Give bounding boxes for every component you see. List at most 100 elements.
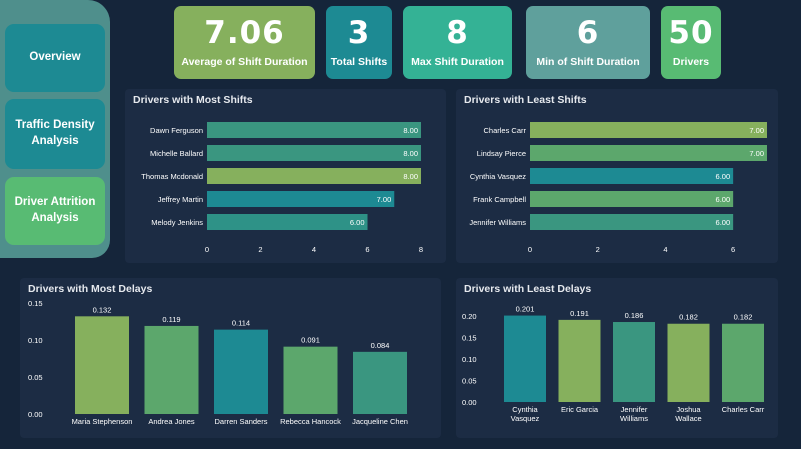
kpi-label: Max Shift Duration xyxy=(411,55,504,68)
y-tick-label: 0.05 xyxy=(28,373,43,382)
y-tick-label: 0.05 xyxy=(462,377,477,386)
y-tick-label: 0.00 xyxy=(28,410,43,419)
category-label: Joshua xyxy=(676,405,701,414)
y-tick-label: 0.15 xyxy=(462,334,477,343)
x-tick-label: 8 xyxy=(419,245,423,254)
kpi-value: 3 xyxy=(347,14,371,51)
data-label: 0.201 xyxy=(516,305,535,314)
category-label: Darren Sanders xyxy=(215,417,268,426)
bar xyxy=(144,325,199,414)
category-label: Jennifer Williams xyxy=(469,218,526,227)
data-label: 0.119 xyxy=(162,315,180,324)
bar xyxy=(283,346,338,414)
bar xyxy=(530,214,734,230)
kpi-card-total-shifts: 3 Total Shifts xyxy=(326,6,392,79)
data-label: 0.182 xyxy=(734,313,753,322)
category-label: Wallace xyxy=(675,414,701,423)
chart-panel-least-shifts: Drivers with Least Shifts Charles Carr 7.… xyxy=(456,89,778,263)
x-tick-label: 2 xyxy=(258,245,262,254)
chart-panel-most-shifts: Drivers with Most Shifts Dawn Ferguson 8.… xyxy=(125,89,446,263)
data-label: 6.00 xyxy=(716,172,731,181)
chart-panel-least-delays: Drivers with Least Delays 0.00 0.05 0.10 0.… xyxy=(456,278,778,438)
category-label: Frank Campbell xyxy=(473,195,526,204)
bar xyxy=(530,122,767,138)
y-tick-label: 0.15 xyxy=(28,299,43,308)
category-label: Jacqueline Chen xyxy=(352,417,408,426)
data-label: 0.132 xyxy=(93,305,112,314)
kpi-card-min-shift-duration: 6 Min of Shift Duration xyxy=(526,6,650,79)
kpi-value: 50 xyxy=(668,14,714,51)
bar xyxy=(613,322,655,402)
data-label: 0.191 xyxy=(570,309,589,318)
category-label: Jeffrey Martin xyxy=(158,195,203,204)
category-label: Charles Carr xyxy=(483,126,526,135)
bar xyxy=(722,323,764,402)
category-label: Rebecca Hancock xyxy=(280,417,341,426)
x-tick-label: 6 xyxy=(731,245,735,254)
data-label: 0.084 xyxy=(371,341,390,350)
bar xyxy=(207,191,395,207)
category-label: Williams xyxy=(620,414,648,423)
bar xyxy=(530,191,734,207)
nav-button-driver-attrition-analysis[interactable]: Driver Attrition Analysis xyxy=(5,177,105,245)
data-label: 6.00 xyxy=(350,218,365,227)
sidebar: Overview Traffic Density Analysis Driver… xyxy=(0,0,110,258)
y-tick-label: 0.20 xyxy=(462,312,477,321)
category-label: Lindsay Pierce xyxy=(477,149,526,158)
data-label: 8.00 xyxy=(403,126,418,135)
kpi-label: Total Shifts xyxy=(330,55,388,68)
nav-button-traffic-density-analysis[interactable]: Traffic Density Analysis xyxy=(5,99,105,169)
category-label: Jennifer xyxy=(621,405,648,414)
kpi-label: Drivers xyxy=(672,55,710,68)
bar xyxy=(75,316,129,414)
kpi-label: Average of Shift Duration xyxy=(181,55,308,68)
category-label: Michelle Ballard xyxy=(150,149,203,158)
y-tick-label: 0.10 xyxy=(462,355,477,364)
x-tick-label: 2 xyxy=(596,245,600,254)
x-tick-label: 0 xyxy=(528,245,532,254)
data-label: 8.00 xyxy=(403,149,418,158)
data-label: 0.186 xyxy=(625,311,644,320)
category-label: Cynthia xyxy=(512,405,538,414)
data-label: 6.00 xyxy=(716,195,731,204)
bar xyxy=(207,168,421,184)
chart-least-shifts: Charles Carr 7.00 Lindsay Pierce 7.00 Cynthi… xyxy=(469,122,767,254)
nav-button-overview[interactable]: Overview xyxy=(5,24,105,92)
bar xyxy=(207,214,368,230)
category-label: Andrea Jones xyxy=(148,417,195,426)
chart-most-shifts: Dawn Ferguson 8.00 Michelle Ballard 8.00 Tho… xyxy=(141,122,423,254)
y-tick-label: 0.10 xyxy=(28,336,43,345)
bar xyxy=(558,319,601,402)
x-tick-label: 0 xyxy=(205,245,209,254)
category-label: Eric Garcia xyxy=(561,405,599,414)
data-label: 0.182 xyxy=(679,313,698,322)
data-label: 7.00 xyxy=(377,195,392,204)
kpi-value: 7.06 xyxy=(204,14,285,51)
kpi-card-max-shift-duration: 8 Max Shift Duration xyxy=(403,6,512,79)
category-label: Melody Jenkins xyxy=(151,218,203,227)
bar xyxy=(353,351,407,414)
chart-panel-most-delays: Drivers with Most Delays 0.00 0.05 0.10 0.1… xyxy=(20,278,441,438)
data-label: 7.00 xyxy=(749,126,764,135)
data-label: 7.00 xyxy=(749,149,764,158)
kpi-label: Min of Shift Duration xyxy=(536,55,640,68)
bar xyxy=(530,145,767,161)
y-tick-label: 0.00 xyxy=(462,398,477,407)
bar xyxy=(214,329,268,414)
category-label: Charles Carr xyxy=(722,405,765,414)
category-label: Vasquez xyxy=(511,414,540,423)
category-label: Maria Stephenson xyxy=(72,417,133,426)
x-tick-label: 4 xyxy=(312,245,316,254)
category-label: Cynthia Vasquez xyxy=(470,172,526,181)
chart-most-delays: 0.00 0.05 0.10 0.15 0.132 Maria Stephenson 0.1… xyxy=(28,299,408,426)
bar xyxy=(207,145,421,161)
bar xyxy=(207,122,421,138)
kpi-card-drivers: 50 Drivers xyxy=(661,6,721,79)
data-label: 8.00 xyxy=(403,172,418,181)
category-label: Thomas Mcdonald xyxy=(141,172,203,181)
x-tick-label: 4 xyxy=(663,245,667,254)
bar xyxy=(504,315,546,402)
kpi-value: 8 xyxy=(446,14,469,51)
kpi-value: 6 xyxy=(576,14,600,51)
bar xyxy=(530,168,734,184)
